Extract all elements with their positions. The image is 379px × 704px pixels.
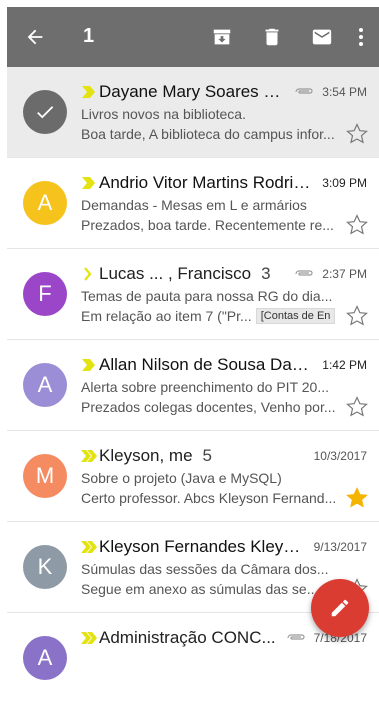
avatar-letter: A	[37, 190, 53, 215]
sender-name: Lucas ... , Francisco	[99, 264, 252, 283]
email-snippet: Certo professor. Abcs Kleyson Fernand...	[81, 490, 337, 506]
sender-name: Kleyson Fernandes Kleys...	[99, 537, 306, 556]
selection-toolbar: 1	[7, 7, 379, 67]
delete-button[interactable]	[255, 7, 289, 67]
avatar-letter: A	[37, 372, 53, 397]
email-row[interactable]: Dayane Mary Soares da... 3:54 PM Livros …	[7, 67, 379, 158]
email-subject: Alerta sobre preenchimento do PIT 20...	[81, 379, 329, 395]
avatar[interactable]: K	[23, 545, 67, 589]
email-subject: Sobre o projeto (Java e MySQL)	[81, 470, 282, 486]
back-arrow-icon	[27, 29, 43, 45]
email-subject: Súmulas das sessões da Câmara dos...	[81, 561, 329, 577]
email-time: 3:54 PM	[322, 85, 367, 99]
email-row[interactable]: A Andrio Vitor Martins Rodrig... 3:09 PM…	[7, 158, 379, 249]
email-row[interactable]: A Allan Nilson de Sousa Dant... 1:42 PM …	[7, 340, 379, 431]
star-icon[interactable]	[345, 213, 369, 237]
delete-icon	[265, 28, 279, 46]
star-filled-icon[interactable]	[345, 486, 369, 510]
email-row[interactable]: F Lucas ... , Francisco 3 2:37 PM Temas …	[7, 249, 379, 340]
importance-marker-icon	[82, 359, 95, 371]
email-time: 10/3/2017	[313, 449, 367, 463]
back-button[interactable]	[15, 7, 55, 67]
star-icon[interactable]	[345, 304, 369, 328]
email-snippet: Em relação ao item 7 ("Pr...	[81, 308, 252, 324]
avatar-letter: K	[37, 554, 53, 579]
importance-marker-icon	[82, 177, 95, 189]
attachment-icon	[295, 88, 313, 94]
mark-unread-button[interactable]	[305, 7, 339, 67]
label-chip: [Contas de En	[255, 308, 336, 324]
email-subject: Temas de pauta para nossa RG do dia...	[81, 288, 333, 304]
left-frame	[0, 0, 7, 651]
pencil-icon	[331, 599, 349, 617]
compose-button[interactable]	[311, 579, 369, 637]
more-options-button[interactable]	[349, 7, 373, 67]
email-time: 1:42 PM	[322, 358, 367, 372]
email-snippet: Prezados colegas docentes, Venho por...	[81, 399, 336, 415]
avatar[interactable]: A	[23, 181, 67, 225]
avatar-letter: M	[35, 463, 55, 488]
importance-marker-icon	[81, 450, 97, 462]
email-row[interactable]: M Kleyson, me 5 10/3/2017 Sobre o projet…	[7, 431, 379, 522]
email-time: 3:09 PM	[322, 176, 367, 190]
thread-count: 5	[202, 446, 213, 465]
avatar[interactable]	[23, 90, 67, 134]
email-subject: Demandas - Mesas em L e armários	[81, 197, 307, 213]
mail-icon	[312, 29, 332, 45]
thread-count: 3	[261, 264, 271, 283]
archive-icon	[213, 29, 231, 45]
sender-name: Administração CONC...	[99, 628, 276, 647]
avatar[interactable]: A	[23, 636, 67, 680]
avatar-letter: F	[38, 281, 52, 306]
attachment-icon	[287, 634, 305, 640]
importance-marker-icon	[81, 632, 97, 644]
email-snippet: Boa tarde, A biblioteca do campus infor.…	[81, 126, 335, 142]
archive-button[interactable]	[205, 7, 239, 67]
avatar[interactable]: A	[23, 363, 67, 407]
more-vert-icon	[359, 28, 363, 46]
email-time: 2:37 PM	[322, 267, 367, 281]
check-icon	[37, 106, 54, 119]
star-icon[interactable]	[345, 395, 369, 419]
sender-name: Dayane Mary Soares da...	[99, 82, 287, 101]
attachment-icon	[295, 270, 313, 276]
top-frame	[0, 0, 379, 7]
sender-name: Andrio Vitor Martins Rodrig...	[99, 173, 315, 192]
email-subject: Livros novos na biblioteca.	[81, 106, 246, 122]
sender-name: Kleyson, me	[99, 446, 193, 465]
importance-marker-icon	[82, 86, 95, 98]
avatar[interactable]: F	[23, 272, 67, 316]
importance-marker-icon	[81, 541, 97, 553]
star-icon[interactable]	[345, 122, 369, 146]
avatar-letter: A	[37, 645, 53, 670]
sender-name: Allan Nilson de Sousa Dant...	[99, 355, 315, 374]
email-time: 9/13/2017	[313, 540, 367, 554]
selected-count: 1	[83, 25, 95, 47]
avatar[interactable]: M	[23, 454, 67, 498]
importance-marker-icon	[84, 267, 92, 281]
email-snippet: Prezados, boa tarde. Recentemente re...	[81, 217, 334, 233]
email-snippet: Segue em anexo as súmulas das se...	[81, 581, 319, 597]
